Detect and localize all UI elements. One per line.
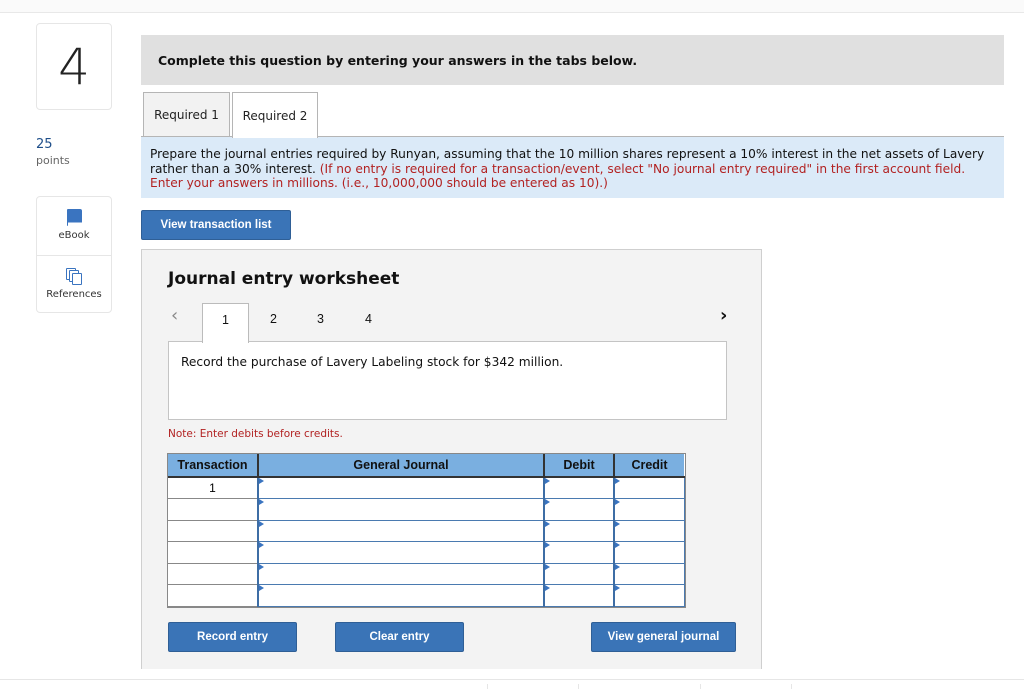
worksheet-title: Journal entry worksheet [168, 269, 400, 289]
clear-entry-button[interactable]: Clear entry [335, 622, 464, 652]
step-label: 1 [222, 313, 229, 327]
journal-row [168, 562, 685, 585]
view-transaction-list-button[interactable]: View transaction list [141, 210, 291, 240]
journal-header-row: Transaction General Journal Debit Credit [168, 454, 684, 478]
chevron-right-icon[interactable]: › [720, 305, 727, 326]
chevron-left-icon[interactable]: ‹ [171, 305, 178, 326]
credit-input-cell [613, 584, 685, 607]
question-number-box: 4 [36, 23, 112, 110]
credit-input[interactable] [615, 586, 684, 606]
credit-input[interactable] [615, 564, 684, 584]
references-button[interactable]: References [37, 255, 111, 313]
account-select-cell [257, 584, 545, 607]
instruction-bar: Complete this question by entering your … [141, 35, 1004, 85]
account-select-cell [257, 562, 545, 585]
step-label: 3 [317, 312, 324, 326]
debit-input[interactable] [545, 479, 613, 498]
step-tab-3[interactable]: 3 [297, 303, 344, 343]
tab-label: Required 2 [242, 108, 308, 123]
transaction-cell [168, 498, 258, 521]
note-text: Note: Enter debits before credits. [168, 428, 343, 440]
account-select[interactable] [259, 479, 543, 498]
record-entry-button[interactable]: Record entry [168, 622, 297, 652]
credit-input-cell [613, 541, 685, 564]
credit-input[interactable] [615, 500, 684, 520]
bottom-divider [0, 679, 1024, 680]
credit-input[interactable] [615, 543, 684, 563]
transaction-cell [168, 563, 258, 585]
tools-panel: eBook References [36, 196, 112, 313]
step-tab-2[interactable]: 2 [250, 303, 297, 343]
bottom-tick [487, 684, 488, 689]
step-tab-1[interactable]: 1 [202, 303, 249, 343]
credit-input[interactable] [615, 479, 684, 498]
step-label: 2 [270, 312, 277, 326]
bottom-tick [700, 684, 701, 689]
account-select[interactable] [259, 543, 543, 563]
journal-row [168, 519, 685, 542]
credit-input-cell [613, 519, 685, 542]
debit-input-cell [543, 584, 615, 607]
points-value: 25 [36, 137, 53, 152]
ebook-button[interactable]: eBook [37, 197, 111, 255]
account-select-cell [257, 476, 545, 499]
account-select-cell [257, 498, 545, 521]
account-select-cell [257, 519, 545, 542]
debit-input-cell [543, 498, 615, 521]
header-general-journal: General Journal [257, 454, 544, 478]
question-number: 4 [58, 37, 90, 96]
header-transaction: Transaction [168, 454, 258, 478]
step-label: 4 [365, 312, 372, 326]
debit-input[interactable] [545, 564, 613, 584]
debit-input[interactable] [545, 521, 613, 541]
debit-input-cell [543, 519, 615, 542]
ebook-label: eBook [58, 230, 90, 241]
credit-input-cell [613, 476, 685, 499]
credit-input-cell [613, 498, 685, 521]
tab-required-2[interactable]: Required 2 [232, 92, 318, 138]
debit-input-cell [543, 562, 615, 585]
bottom-tick [578, 684, 579, 689]
transaction-cell [168, 541, 258, 564]
debit-input[interactable] [545, 543, 613, 563]
journal-table: Transaction General Journal Debit Credit… [167, 453, 686, 608]
copy-pages-icon [66, 268, 82, 285]
transaction-cell [168, 520, 258, 542]
book-icon [66, 209, 82, 226]
debit-input-cell [543, 476, 615, 499]
account-select[interactable] [259, 500, 543, 520]
credit-input[interactable] [615, 521, 684, 541]
view-general-journal-button[interactable]: View general journal [591, 622, 736, 652]
transaction-cell [168, 584, 258, 607]
prompt-panel: Prepare the journal entries required by … [141, 136, 1004, 198]
journal-row [168, 584, 685, 607]
header-debit: Debit [543, 454, 614, 478]
journal-row: 1 [168, 476, 685, 499]
account-select[interactable] [259, 521, 543, 541]
tab-required-1[interactable]: Required 1 [143, 92, 230, 137]
transaction-cell: 1 [168, 477, 258, 499]
top-strip [0, 0, 1024, 13]
journal-row [168, 498, 685, 521]
references-label: References [46, 289, 102, 300]
account-select-cell [257, 541, 545, 564]
debit-input[interactable] [545, 500, 613, 520]
step-tab-4[interactable]: 4 [345, 303, 392, 343]
journal-entry-worksheet: Journal entry worksheet ‹ 1 2 3 4 › Reco… [141, 249, 762, 669]
tab-label: Required 1 [154, 108, 219, 122]
transaction-description: Record the purchase of Lavery Labeling s… [168, 341, 727, 420]
debit-input-cell [543, 541, 615, 564]
points-label: points [36, 154, 70, 167]
debit-input[interactable] [545, 586, 613, 606]
account-select[interactable] [259, 586, 543, 606]
account-select[interactable] [259, 564, 543, 584]
journal-row [168, 541, 685, 564]
header-credit: Credit [613, 454, 684, 478]
bottom-tick [791, 684, 792, 689]
credit-input-cell [613, 562, 685, 585]
